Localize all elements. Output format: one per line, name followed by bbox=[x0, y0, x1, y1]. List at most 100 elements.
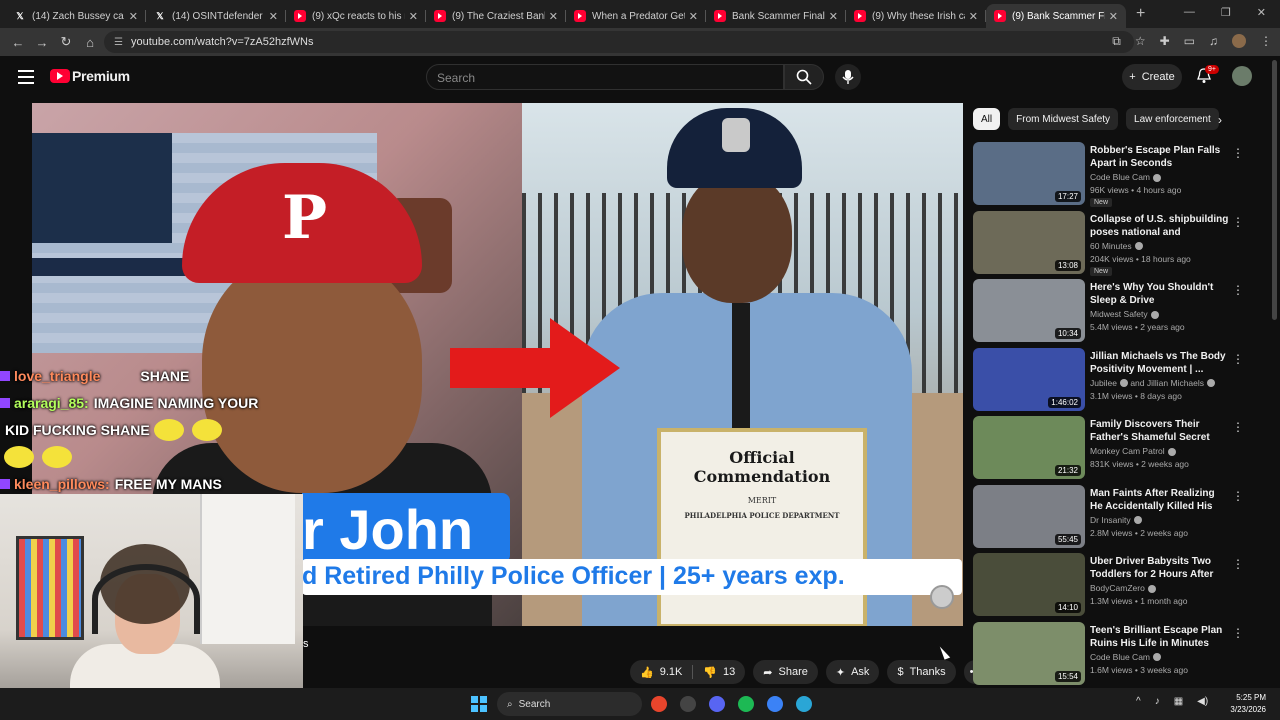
tab-close-icon[interactable]: ✕ bbox=[969, 10, 978, 23]
video-title[interactable]: Man Faints After Realizing He Accidental… bbox=[1090, 487, 1230, 513]
create-button[interactable]: + Create bbox=[1122, 64, 1182, 90]
kebab-menu-icon[interactable]: ⋮ bbox=[1232, 283, 1244, 297]
volume-icon[interactable]: ◀) bbox=[1197, 696, 1208, 707]
tab-close-icon[interactable]: ✕ bbox=[689, 10, 698, 23]
side-panel-icon[interactable]: ▭ bbox=[1184, 34, 1195, 49]
video-title[interactable]: Collapse of U.S. shipbuilding poses nati… bbox=[1090, 213, 1230, 239]
profile-avatar[interactable] bbox=[1232, 34, 1246, 48]
chrome-icon[interactable] bbox=[651, 696, 667, 712]
back-button[interactable]: ← bbox=[6, 35, 30, 50]
kebab-menu-icon[interactable]: ⋮ bbox=[1232, 557, 1244, 571]
channel-name[interactable]: Midwest Safety bbox=[1090, 309, 1148, 319]
browser-tab[interactable]: When a Predator Gets Cau ✕ bbox=[566, 4, 706, 28]
channel-name[interactable]: Jubilee bbox=[1090, 378, 1117, 388]
app-icon[interactable] bbox=[767, 696, 783, 712]
recommended-video[interactable]: 21:32 Family Discovers Their Father's Sha… bbox=[973, 416, 1253, 485]
channel-name[interactable]: Monkey Cam Patrol bbox=[1090, 446, 1165, 456]
settings-gear-icon[interactable] bbox=[680, 696, 696, 712]
tab-close-icon[interactable]: ✕ bbox=[409, 10, 418, 23]
extensions-icon[interactable]: ✚ bbox=[1160, 34, 1170, 49]
bookmark-star-icon[interactable]: ☆ bbox=[1135, 34, 1146, 49]
browser-tab[interactable]: (9) Bank Scammer Fina ✕ bbox=[986, 4, 1126, 28]
taskbar-search[interactable]: ⌕ Search bbox=[497, 692, 642, 716]
recommended-video[interactable]: 13:08 Collapse of U.S. shipbuilding poses… bbox=[973, 210, 1253, 280]
install-app-icon[interactable]: ⧉ bbox=[1112, 34, 1121, 49]
collab-channel-name[interactable]: and Jillian Michaels bbox=[1130, 378, 1204, 388]
spotify-icon[interactable] bbox=[738, 696, 754, 712]
video-thumbnail[interactable]: 1:46:02 bbox=[973, 347, 1085, 411]
recommended-video[interactable]: 55:45 Man Faints After Realizing He Accid… bbox=[973, 484, 1253, 554]
close-window-button[interactable]: ✕ bbox=[1257, 6, 1266, 19]
browser-tab[interactable]: (9) xQc reacts to his most ✕ bbox=[286, 4, 426, 28]
kebab-menu-icon[interactable]: ⋮ bbox=[1232, 626, 1244, 640]
ask-button[interactable]: ✦ Ask bbox=[825, 660, 880, 684]
tab-close-icon[interactable]: ✕ bbox=[1109, 10, 1118, 23]
chip-law-enforcement[interactable]: Law enforcement bbox=[1126, 108, 1219, 130]
account-avatar[interactable] bbox=[1232, 66, 1252, 86]
search-input[interactable]: Search bbox=[426, 64, 784, 90]
forward-button[interactable]: → bbox=[30, 35, 54, 50]
kebab-menu-icon[interactable]: ⋮ bbox=[1232, 352, 1244, 366]
channel-name[interactable]: Dr Insanity bbox=[1090, 515, 1131, 525]
site-info-icon[interactable]: ☰ bbox=[114, 37, 123, 48]
video-thumbnail[interactable]: 15:54 bbox=[973, 621, 1085, 685]
chip-all[interactable]: All bbox=[973, 108, 1001, 130]
maximize-button[interactable]: ❐ bbox=[1221, 6, 1231, 19]
recommended-video[interactable]: 15:54 Teen's Brilliant Escape Plan Ruins … bbox=[973, 621, 1253, 691]
thumbs-up-icon[interactable]: 👍 bbox=[640, 666, 654, 679]
video-thumbnail[interactable]: 10:34 bbox=[973, 279, 1085, 342]
chip-from-channel[interactable]: From Midwest Safety bbox=[1008, 108, 1119, 130]
browser-tab[interactable]: 𝕏 (14) Zach Bussey ca on X ✕ bbox=[6, 4, 146, 28]
voice-search-button[interactable] bbox=[835, 64, 861, 90]
tab-close-icon[interactable]: ✕ bbox=[829, 10, 838, 23]
address-bar[interactable]: ☰ youtube.com/watch?v=7zA52hzfWNs bbox=[104, 31, 1134, 53]
share-button[interactable]: ➦ Share bbox=[753, 660, 818, 684]
page-scrollbar[interactable] bbox=[1272, 60, 1277, 320]
network-icon[interactable]: ▦ bbox=[1174, 696, 1183, 707]
video-title[interactable]: Uber Driver Babysits Two Toddlers for 2 … bbox=[1090, 555, 1230, 581]
new-tab-button[interactable]: + bbox=[1136, 5, 1145, 23]
browser-tab[interactable]: (9) Why these Irish cartel l ✕ bbox=[846, 4, 986, 28]
recommended-video[interactable]: 10:34 Here's Why You Shouldn't Sleep & Dr… bbox=[973, 279, 1253, 348]
channel-name[interactable]: Code Blue Cam bbox=[1090, 172, 1150, 182]
video-thumbnail[interactable]: 14:10 bbox=[973, 553, 1085, 616]
video-thumbnail[interactable]: 13:08 bbox=[973, 210, 1085, 274]
tab-close-icon[interactable]: ✕ bbox=[549, 10, 558, 23]
kebab-menu-icon[interactable]: ⋮ bbox=[1232, 215, 1244, 229]
video-thumbnail[interactable]: 17:27 bbox=[973, 142, 1085, 205]
video-title[interactable]: Robber's Escape Plan Falls Apart in Seco… bbox=[1090, 144, 1230, 170]
home-button[interactable]: ⌂ bbox=[78, 35, 102, 50]
discord-icon[interactable] bbox=[709, 696, 725, 712]
youtube-premium-logo[interactable]: Premium bbox=[50, 68, 130, 84]
kebab-menu-icon[interactable]: ⋮ bbox=[1232, 146, 1244, 160]
video-title[interactable]: Jillian Michaels vs The Body Positivity … bbox=[1090, 350, 1230, 376]
video-title[interactable]: Family Discovers Their Father's Shameful… bbox=[1090, 418, 1230, 444]
browser-tab[interactable]: 𝕏 (14) OSINTdefender on X ✕ bbox=[146, 4, 286, 28]
tab-close-icon[interactable]: ✕ bbox=[129, 10, 138, 23]
kebab-menu-icon[interactable]: ⋮ bbox=[1232, 489, 1244, 503]
thanks-button[interactable]: $ Thanks bbox=[887, 660, 956, 684]
reload-button[interactable]: ↻ bbox=[54, 34, 78, 50]
tray-overflow-icon[interactable]: ^ bbox=[1136, 696, 1141, 707]
video-title[interactable]: Teen's Brilliant Escape Plan Ruins His L… bbox=[1090, 624, 1230, 650]
chevron-right-icon[interactable]: › bbox=[1218, 113, 1222, 127]
thumbs-down-icon[interactable]: 👎 bbox=[703, 666, 717, 679]
media-control-icon[interactable]: ♫ bbox=[1209, 34, 1218, 49]
video-thumbnail[interactable]: 55:45 bbox=[973, 484, 1085, 548]
video-title[interactable]: Here's Why You Shouldn't Sleep & Drive bbox=[1090, 281, 1230, 307]
tab-close-icon[interactable]: ✕ bbox=[269, 10, 278, 23]
channel-name[interactable]: BodyCamZero bbox=[1090, 583, 1145, 593]
channel-name[interactable]: 60 Minutes bbox=[1090, 241, 1132, 251]
browser-menu-icon[interactable]: ⋮ bbox=[1260, 34, 1272, 49]
like-count[interactable]: 9.1K bbox=[660, 666, 683, 678]
windows-start-icon[interactable] bbox=[471, 696, 487, 712]
taskbar-clock[interactable]: 5:25 PM 3/23/2026 bbox=[1216, 692, 1266, 716]
browser-tab[interactable]: Bank Scammer Finally Get ✕ bbox=[706, 4, 846, 28]
browser-tab[interactable]: (9) The Craziest Bank Robb ✕ bbox=[426, 4, 566, 28]
mic-tray-icon[interactable]: ♪ bbox=[1155, 696, 1160, 707]
menu-icon[interactable] bbox=[18, 70, 34, 88]
recommended-video[interactable]: 17:27 Robber's Escape Plan Falls Apart in… bbox=[973, 142, 1253, 211]
search-button[interactable] bbox=[784, 64, 824, 90]
video-thumbnail[interactable]: 21:32 bbox=[973, 416, 1085, 479]
minimize-button[interactable]: — bbox=[1184, 6, 1195, 19]
